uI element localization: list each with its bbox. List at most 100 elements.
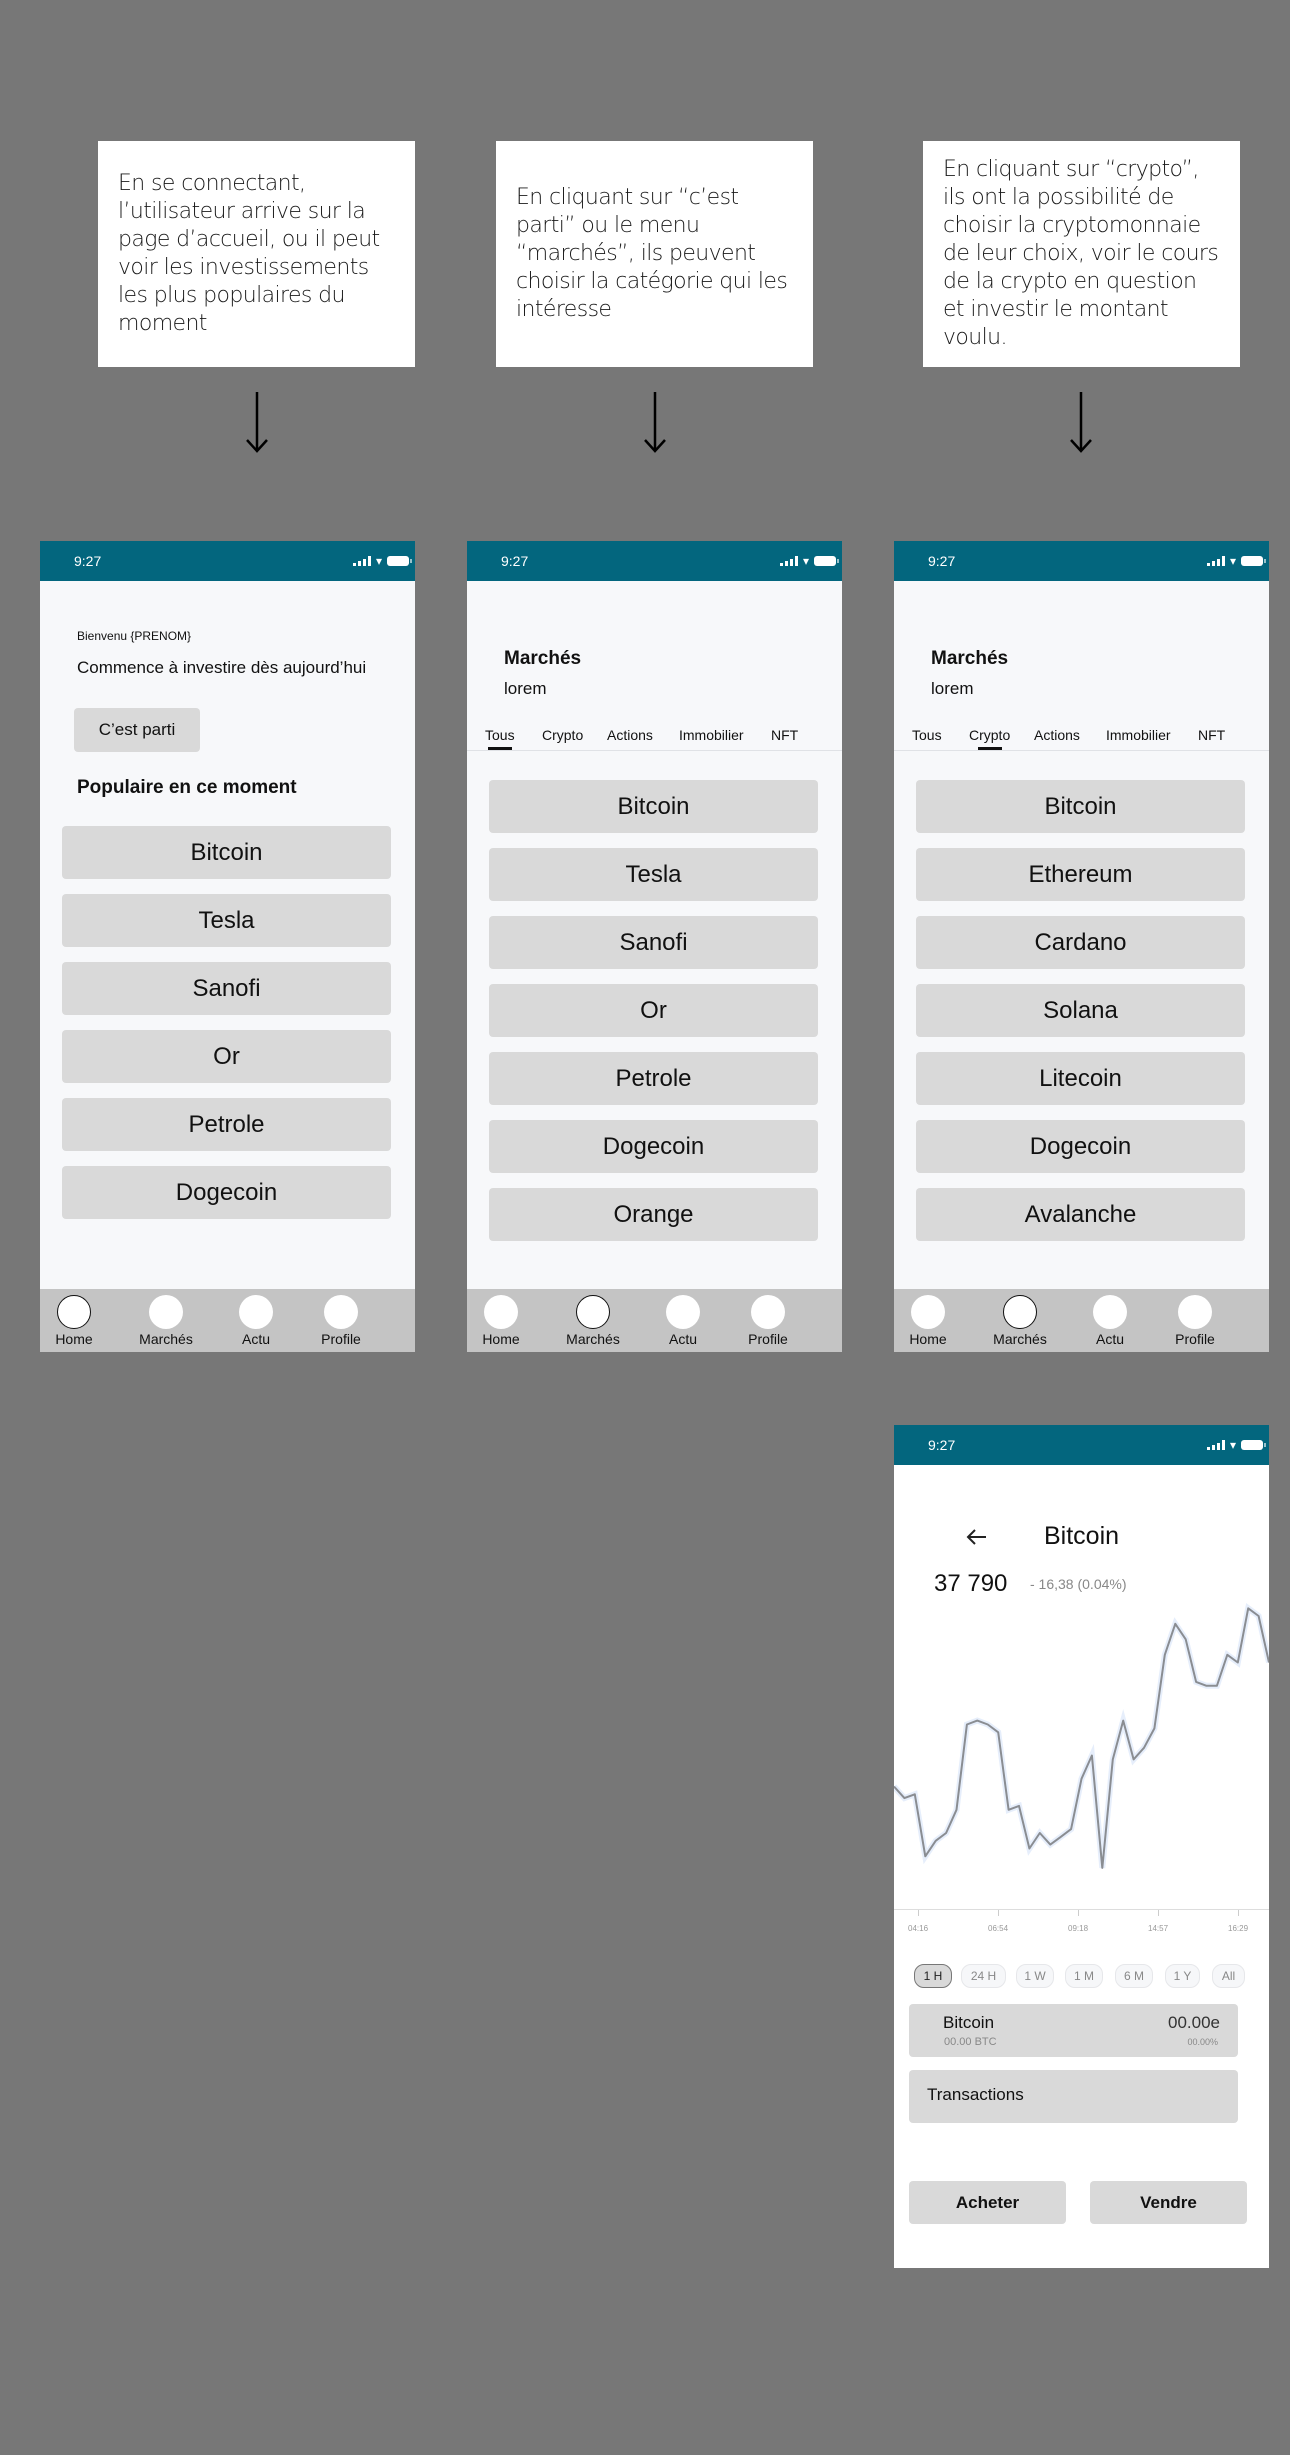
range-button[interactable]: 1 Y <box>1165 1964 1200 1988</box>
list-item[interactable]: Bitcoin <box>916 780 1245 833</box>
sell-button[interactable]: Vendre <box>1090 2181 1247 2224</box>
price-chart <box>894 1603 1269 1869</box>
nav-item-markets[interactable]: Marchés <box>126 1295 206 1347</box>
tab-tous[interactable]: Tous <box>485 727 515 743</box>
asset-title: Bitcoin <box>1044 1522 1120 1550</box>
page-title: Marchés <box>931 648 1009 669</box>
range-button[interactable]: 24 H <box>961 1964 1006 1988</box>
nav-item-home[interactable]: Home <box>894 1295 968 1347</box>
status-bar: 9:27 ▾ <box>467 541 842 581</box>
x-tick <box>1238 1910 1239 1916</box>
transactions-button[interactable]: Transactions <box>909 2070 1238 2123</box>
holding-card[interactable]: Bitcoin 00.00 BTC 00.00e 00.00% <box>909 2004 1238 2057</box>
nav-item-profile[interactable]: Profile <box>1155 1295 1235 1347</box>
caption-text: En cliquant sur “crypto”, ils ont la pos… <box>943 157 1219 350</box>
list-item[interactable]: Bitcoin <box>62 826 391 879</box>
nav-label: Home <box>482 1331 520 1347</box>
tagline: Commence à investire dès aujourd’hui <box>77 658 367 677</box>
range-button[interactable]: 1 M <box>1065 1964 1103 1988</box>
signal-icon <box>779 556 798 566</box>
transactions-label: Transactions <box>927 2085 1024 2104</box>
arrow-down-icon <box>246 392 268 453</box>
tab-immobilier[interactable]: Immobilier <box>1106 727 1171 743</box>
nav-item-home[interactable]: Home <box>40 1295 114 1347</box>
range-button[interactable]: 6 M <box>1115 1964 1153 1988</box>
list-item[interactable]: Bitcoin <box>489 780 818 833</box>
nav-icon <box>57 1295 91 1329</box>
nav-item-profile[interactable]: Profile <box>301 1295 381 1347</box>
cta-button[interactable]: C’est parti <box>74 708 200 752</box>
x-tick <box>918 1910 919 1916</box>
range-button[interactable]: 1 H <box>914 1964 952 1988</box>
nav-icon <box>911 1295 945 1329</box>
arrow-down-icon <box>644 392 666 453</box>
holding-name: Bitcoin <box>943 2013 995 2032</box>
arrow-left-icon[interactable] <box>966 1528 988 1546</box>
list-item[interactable]: Or <box>489 984 818 1037</box>
tab-crypto[interactable]: Crypto <box>542 727 583 743</box>
markets-screen: 9:27 ▾ Marchés lorem Tous Crypto Actions Im… <box>467 541 842 1352</box>
list-item[interactable]: Tesla <box>62 894 391 947</box>
tab-actions[interactable]: Actions <box>607 727 653 743</box>
list-item[interactable]: Ethereum <box>916 848 1245 901</box>
tab-nft[interactable]: NFT <box>1198 727 1225 743</box>
tab-immobilier[interactable]: Immobilier <box>679 727 744 743</box>
list-item[interactable]: Solana <box>916 984 1245 1037</box>
nav-icon <box>239 1295 273 1329</box>
list-item[interactable]: Avalanche <box>916 1188 1245 1241</box>
list-item[interactable]: Dogecoin <box>916 1120 1245 1173</box>
nav-label: Actu <box>241 1331 270 1347</box>
home-screen: 9:27 ▾ Bienvenu {PRENOM} Commence à inve… <box>40 541 415 1352</box>
page-title: Marchés <box>504 648 582 669</box>
buy-button[interactable]: Acheter <box>909 2181 1066 2224</box>
status-bar: 9:27 ▾ <box>894 541 1269 581</box>
signal-icon <box>352 556 371 566</box>
holding-amount: 00.00 BTC <box>944 2036 997 2048</box>
tab-crypto[interactable]: Crypto <box>969 727 1010 743</box>
nav-item-markets[interactable]: Marchés <box>980 1295 1060 1347</box>
caption-text: En cliquant sur “c’est parti” ou le menu… <box>516 185 788 322</box>
list-item[interactable]: Cardano <box>916 916 1245 969</box>
nav-icon <box>1178 1295 1212 1329</box>
list-item[interactable]: Dogecoin <box>62 1166 391 1219</box>
nav-label: Home <box>55 1331 93 1347</box>
nav-label: Marchés <box>139 1331 193 1347</box>
nav-item-home[interactable]: Home <box>467 1295 541 1347</box>
caption-home: En se connectant, l’utilisateur arrive s… <box>98 141 415 367</box>
caption-text: En se connectant, l’utilisateur arrive s… <box>118 171 380 336</box>
list-item[interactable]: Tesla <box>489 848 818 901</box>
x-tick-label: 06:54 <box>988 1924 1009 1933</box>
nav-item-news[interactable]: Actu <box>1070 1295 1150 1347</box>
nav-item-news[interactable]: Actu <box>216 1295 296 1347</box>
bottom-nav: Home Marchés Actu Profile <box>40 1289 415 1352</box>
nav-label: Actu <box>1095 1331 1124 1347</box>
list-item[interactable]: Dogecoin <box>489 1120 818 1173</box>
nav-item-profile[interactable]: Profile <box>728 1295 808 1347</box>
list-item[interactable]: Petrole <box>62 1098 391 1151</box>
range-button[interactable]: 1 W <box>1016 1964 1054 1988</box>
range-button[interactable]: All <box>1212 1964 1245 1988</box>
tab-nft[interactable]: NFT <box>771 727 798 743</box>
tab-tous[interactable]: Tous <box>912 727 942 743</box>
list-item[interactable]: Orange <box>489 1188 818 1241</box>
caption-markets: En cliquant sur “c’est parti” ou le menu… <box>496 141 813 367</box>
wifi-icon: ▾ <box>375 554 382 568</box>
arrow-down-icon <box>1070 392 1092 453</box>
list-item[interactable]: Litecoin <box>916 1052 1245 1105</box>
nav-icon <box>666 1295 700 1329</box>
list-item[interactable]: Petrole <box>489 1052 818 1105</box>
signal-icon <box>1206 1440 1225 1450</box>
holding-value: 00.00e <box>1168 2013 1220 2032</box>
nav-icon <box>484 1295 518 1329</box>
list-item[interactable]: Sanofi <box>62 962 391 1015</box>
tab-actions[interactable]: Actions <box>1034 727 1080 743</box>
list-item[interactable]: Sanofi <box>489 916 818 969</box>
holding-percent: 00.00% <box>1187 2037 1218 2047</box>
list-item[interactable]: Or <box>62 1030 391 1083</box>
nav-item-markets[interactable]: Marchés <box>553 1295 633 1347</box>
nav-item-news[interactable]: Actu <box>643 1295 723 1347</box>
signal-icon <box>1206 556 1225 566</box>
nav-icon <box>576 1295 610 1329</box>
nav-icon <box>149 1295 183 1329</box>
bottom-nav: Home Marchés Actu Profile <box>894 1289 1269 1352</box>
